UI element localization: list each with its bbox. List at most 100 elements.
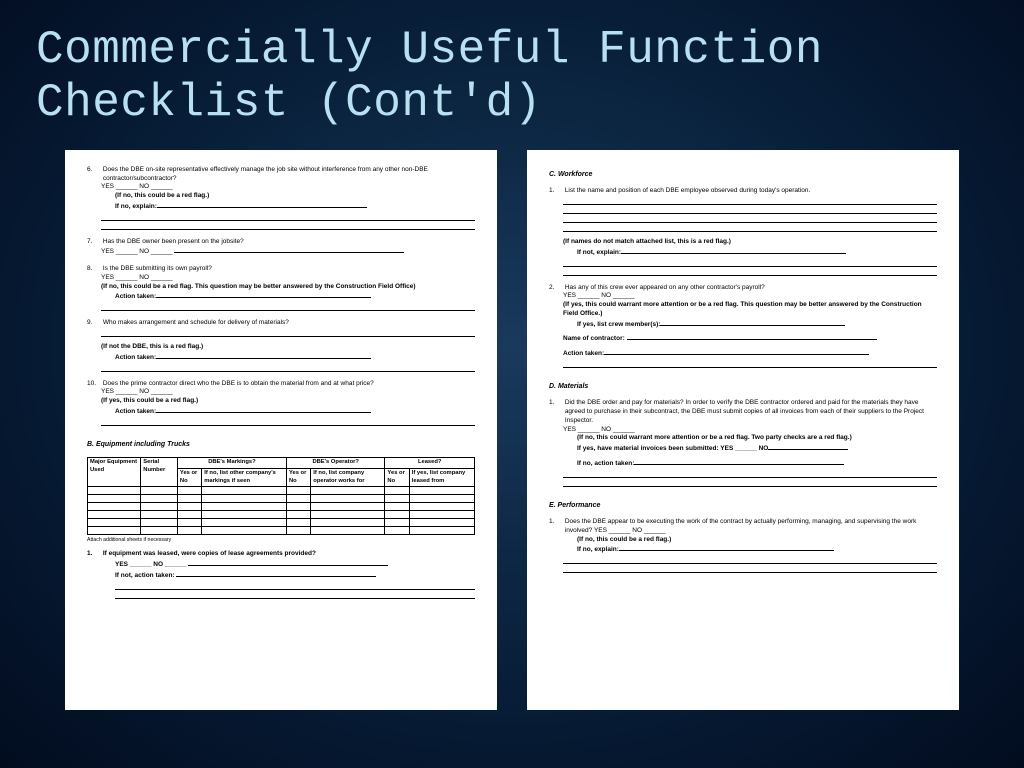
qC2-num: 2. — [549, 284, 563, 293]
blank-line — [101, 302, 475, 311]
qC2: 2. Has any of this crew ever appeared on… — [549, 284, 937, 368]
qC2-name-contractor: Name of contractor: — [549, 333, 937, 344]
blank-line — [621, 247, 846, 254]
blank-line — [101, 212, 475, 221]
q6-yn: YES ______ NO ______ — [87, 183, 475, 192]
blank-line — [563, 258, 937, 267]
table-row — [88, 487, 475, 495]
equipment-table: Major Equipment Used Serial Number DBE's… — [87, 457, 475, 535]
qC2-yn: YES ______ NO ______ — [549, 292, 937, 301]
q8-flag: (If no, this could be a red flag. This q… — [87, 283, 475, 292]
page-left: 6. Does the DBE on-site representative e… — [65, 150, 497, 710]
blank-line — [627, 333, 877, 340]
blank-line — [634, 458, 844, 465]
q7: 7. Has the DBE owner been present on the… — [87, 238, 475, 258]
qB1: 1. If equipment was leased, were copies … — [87, 550, 475, 598]
blank-line — [115, 590, 475, 599]
blank-line — [619, 544, 834, 551]
qB1-action: If not, action taken: — [87, 570, 475, 581]
q9-flag: (If not the DBE, this is a red flag.) — [87, 343, 475, 352]
q8-action: Action taken: — [87, 291, 475, 302]
q6-explain: If no, explain: — [87, 201, 475, 212]
blank-line — [563, 555, 937, 564]
q8: 8. Is the DBE submitting its own payroll… — [87, 265, 475, 311]
page-right: C. Workforce 1. List the name and positi… — [527, 150, 959, 710]
blank-line — [156, 352, 371, 359]
slide-title: Commercially Useful Function Checklist (… — [36, 24, 988, 130]
table-group-row: Major Equipment Used Serial Number DBE's… — [88, 458, 475, 469]
section-e-header: E. Performance — [549, 501, 937, 510]
q9-text: Who makes arrangement and schedule for d… — [103, 319, 475, 328]
blank-line — [101, 328, 475, 337]
q10-num: 10. — [87, 380, 101, 389]
table-row — [88, 527, 475, 535]
blank-line — [563, 214, 937, 223]
qD1: 1. Did the DBE order and pay for materia… — [549, 399, 937, 486]
section-b-header: B. Equipment including Trucks — [87, 440, 475, 449]
qE1: 1. Does the DBE appear to be executing t… — [549, 518, 937, 573]
q6: 6. Does the DBE on-site representative e… — [87, 166, 475, 230]
q8-num: 8. — [87, 265, 101, 274]
blank-line — [563, 469, 937, 478]
q10-text: Does the prime contractor direct who the… — [103, 380, 475, 389]
q10-yn: YES ______ NO ______ — [87, 388, 475, 397]
qC1-num: 1. — [549, 187, 563, 196]
qE1-flag: (If no, this could be a red flag.) — [549, 536, 937, 545]
blank-line — [101, 221, 475, 230]
section-d-header: D. Materials — [549, 382, 937, 391]
q6-flag: (If no, this could be a red flag.) — [87, 192, 475, 201]
slide: Commercially Useful Function Checklist (… — [0, 0, 1024, 768]
section-c-header: C. Workforce — [549, 170, 937, 179]
qD1-action: If no, action taken: — [549, 458, 937, 469]
blank-line — [563, 267, 937, 276]
blank-line — [176, 570, 376, 577]
blank-line — [768, 443, 848, 450]
blank-line — [563, 205, 937, 214]
attach-note: Attach additional sheets if necessary — [87, 537, 475, 544]
blank-line — [101, 417, 475, 426]
qC1: 1. List the name and position of each DB… — [549, 187, 937, 275]
blank-line — [188, 559, 388, 566]
qD1-invoices: If yes, have material invoices been subm… — [549, 443, 937, 454]
blank-line — [563, 564, 937, 573]
q6-text: Does the DBE on-site representative effe… — [103, 166, 475, 184]
q8-yn: YES ______ NO ______ — [87, 274, 475, 283]
blank-line — [101, 363, 475, 372]
blank-line — [563, 196, 937, 205]
qC2-action: Action taken: — [549, 348, 937, 359]
qD1-yn: YES ______ NO ______ — [549, 426, 937, 435]
blank-line — [660, 319, 845, 326]
q7-text: Has the DBE owner been present on the jo… — [103, 238, 475, 247]
table-row — [88, 511, 475, 519]
q10-flag: (If yes, this could be a red flag.) — [87, 397, 475, 406]
qC2-text: Has any of this crew ever appeared on an… — [565, 284, 937, 293]
qB1-text: If equipment was leased, were copies of … — [103, 550, 475, 559]
qC1-flag: (If names do not match attached list, th… — [549, 238, 937, 247]
blank-line — [563, 359, 937, 368]
q7-yn: YES ______ NO ______ — [87, 246, 475, 257]
qC1-text: List the name and position of each DBE e… — [565, 187, 937, 196]
qC2-flag: (If yes, this could warrant more attenti… — [549, 301, 937, 319]
table-row — [88, 519, 475, 527]
qE1-num: 1. — [549, 518, 563, 527]
q9-action: Action taken: — [87, 352, 475, 363]
blank-line — [563, 478, 937, 487]
pages-container: 6. Does the DBE on-site representative e… — [36, 150, 988, 710]
qB1-yn: YES ______ NO ______ — [87, 559, 475, 570]
qC2-crew: If yes, list crew member(s): — [549, 319, 937, 330]
blank-line — [156, 406, 371, 413]
q7-num: 7. — [87, 238, 101, 247]
qD1-flag: (If no, this could warrant more attentio… — [549, 434, 937, 443]
qE1-explain: If no, explain: — [549, 544, 937, 555]
q10-action: Action taken: — [87, 406, 475, 417]
q10: 10. Does the prime contractor direct who… — [87, 380, 475, 426]
q8-text: Is the DBE submitting its own payroll? — [103, 265, 475, 274]
qB1-num: 1. — [87, 550, 101, 559]
equipment-table-body — [88, 487, 475, 535]
blank-line — [115, 581, 475, 590]
qD1-text: Did the DBE order and pay for materials?… — [565, 399, 937, 425]
q6-num: 6. — [87, 166, 101, 175]
blank-line — [563, 223, 937, 232]
qC1-explain: If not, explain: — [549, 247, 937, 258]
blank-line — [174, 246, 404, 253]
